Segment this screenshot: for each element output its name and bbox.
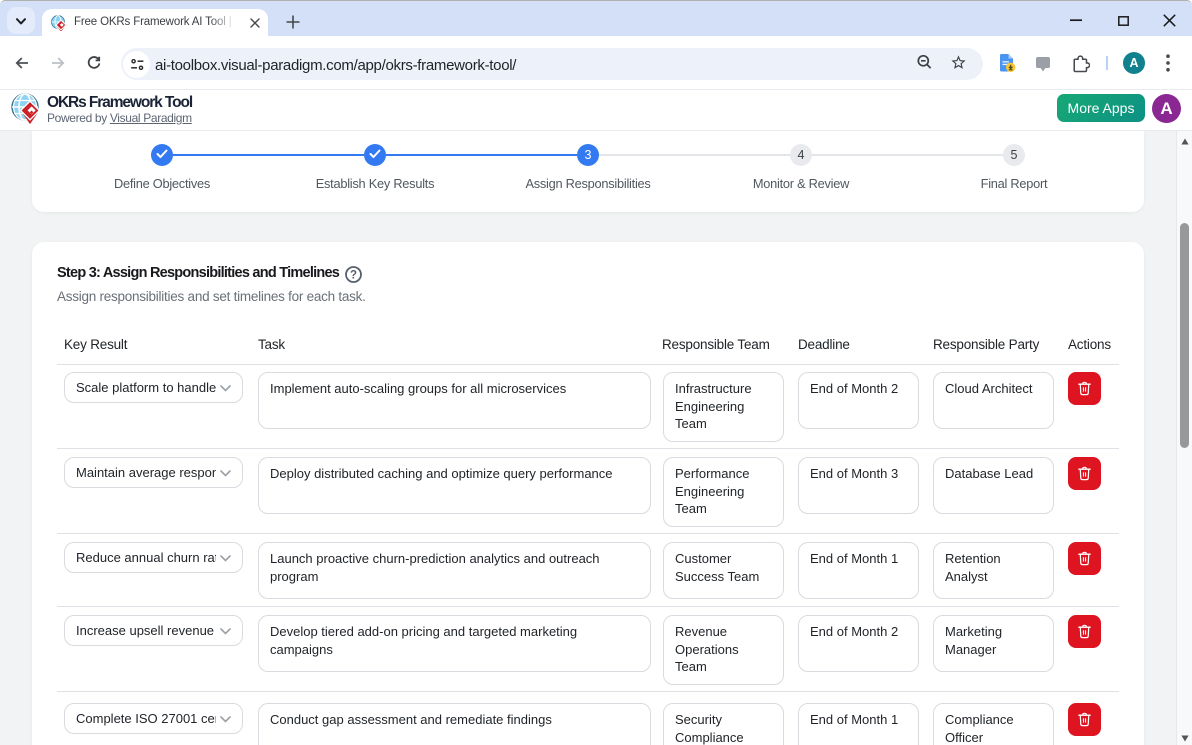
svg-text:?: ? — [350, 269, 357, 281]
